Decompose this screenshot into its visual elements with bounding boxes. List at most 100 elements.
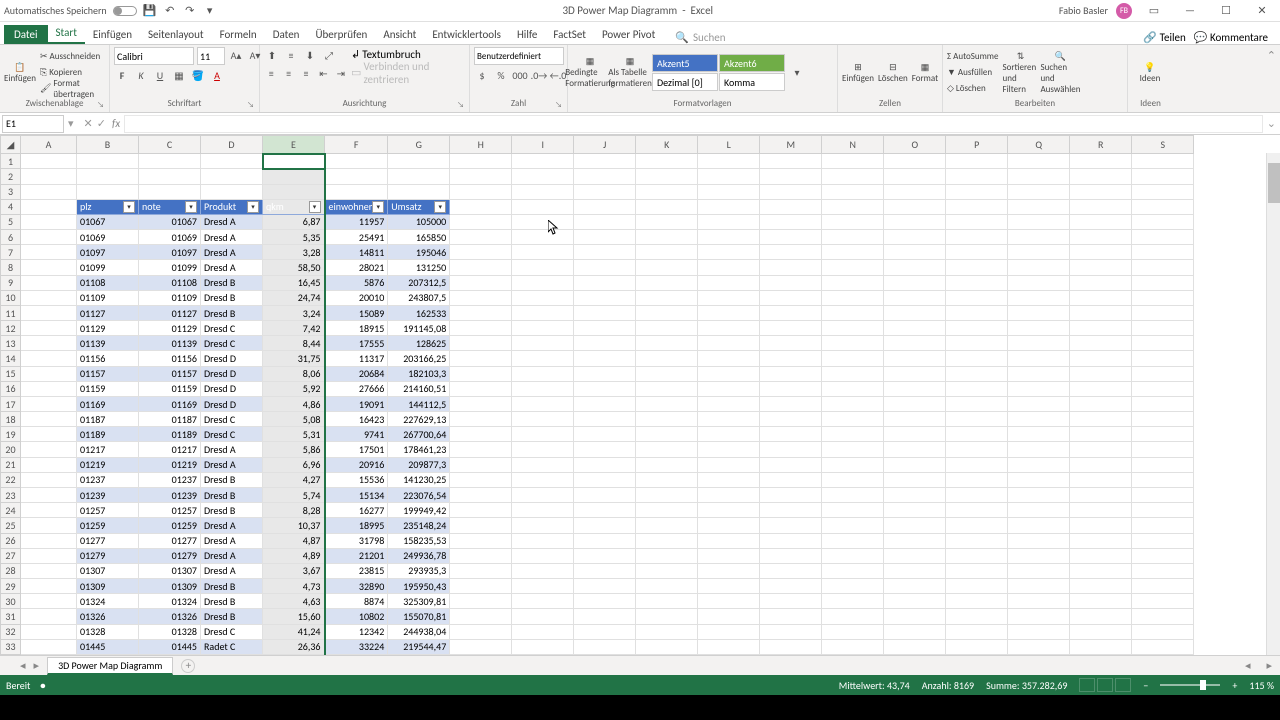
cell-K32[interactable] <box>636 624 698 639</box>
row-header-30[interactable]: 30 <box>1 594 21 609</box>
cell-Q24[interactable] <box>1008 503 1070 518</box>
cell-Q31[interactable] <box>1008 609 1070 624</box>
cell-B25[interactable]: 01259 <box>77 518 139 533</box>
cell-B13[interactable]: 01139 <box>77 336 139 351</box>
cell-I21[interactable] <box>512 457 574 472</box>
cell-F5[interactable]: 11957 <box>325 214 388 229</box>
cell-D27[interactable]: Dresd A <box>201 548 263 563</box>
fx-icon[interactable]: fx <box>112 117 120 130</box>
row-header-18[interactable]: 18 <box>1 412 21 427</box>
cell-P18[interactable] <box>946 412 1008 427</box>
cell-E6[interactable]: 5,35 <box>263 230 325 245</box>
cell-R28[interactable] <box>1070 563 1132 578</box>
cell-J29[interactable] <box>574 579 636 594</box>
cell-M5[interactable] <box>760 214 822 229</box>
cell-B9[interactable]: 01108 <box>77 275 139 290</box>
cell-E33[interactable]: 26,36 <box>263 639 325 654</box>
cell-F33[interactable]: 33224 <box>325 639 388 654</box>
cell-D30[interactable]: Dresd B <box>201 594 263 609</box>
cell-L16[interactable] <box>698 381 760 396</box>
cell-C2[interactable] <box>139 169 201 184</box>
cell-H9[interactable] <box>450 275 512 290</box>
cell-M31[interactable] <box>760 609 822 624</box>
cell-G28[interactable]: 293935,3 <box>388 563 450 578</box>
cell-K33[interactable] <box>636 639 698 654</box>
cancel-formula-icon[interactable]: ✕ <box>84 117 93 130</box>
cell-D28[interactable]: Dresd A <box>201 563 263 578</box>
cell-D18[interactable]: Dresd C <box>201 412 263 427</box>
cell-Q2[interactable] <box>1008 169 1070 184</box>
cell-Q7[interactable] <box>1008 245 1070 260</box>
cell-B30[interactable]: 01324 <box>77 594 139 609</box>
zoom-in-icon[interactable]: + <box>1232 679 1237 692</box>
cell-C31[interactable]: 01326 <box>139 609 201 624</box>
cell-G32[interactable]: 244938,04 <box>388 624 450 639</box>
cell-H16[interactable] <box>450 381 512 396</box>
format-painter-button[interactable]: 🖌 Format übertragen <box>40 81 105 96</box>
cell-A1[interactable] <box>21 154 77 169</box>
cell-F24[interactable]: 16277 <box>325 503 388 518</box>
cell-D23[interactable]: Dresd B <box>201 487 263 502</box>
row-header-26[interactable]: 26 <box>1 533 21 548</box>
cell-N33[interactable] <box>822 639 884 654</box>
cell-B14[interactable]: 01156 <box>77 351 139 366</box>
cell-A29[interactable] <box>21 579 77 594</box>
style-accent5[interactable]: Akzent5 <box>652 54 718 72</box>
cell-N3[interactable] <box>822 184 884 199</box>
cell-D16[interactable]: Dresd D <box>201 381 263 396</box>
cell-G1[interactable] <box>388 154 450 169</box>
cell-F16[interactable]: 27666 <box>325 381 388 396</box>
cell-E20[interactable]: 5,86 <box>263 442 325 457</box>
cell-C13[interactable]: 01139 <box>139 336 201 351</box>
cell-E29[interactable]: 4,73 <box>263 579 325 594</box>
zoom-out-icon[interactable]: − <box>1143 679 1148 692</box>
clipboard-launcher-icon[interactable]: ↘ <box>97 100 107 110</box>
cell-B11[interactable]: 01127 <box>77 305 139 320</box>
cell-H22[interactable] <box>450 472 512 487</box>
cell-O22[interactable] <box>884 472 946 487</box>
align-middle-icon[interactable]: ≡ <box>283 47 299 63</box>
cell-S1[interactable] <box>1132 154 1194 169</box>
cell-D1[interactable] <box>201 154 263 169</box>
cell-A23[interactable] <box>21 487 77 502</box>
cell-S9[interactable] <box>1132 275 1194 290</box>
cell-K21[interactable] <box>636 457 698 472</box>
vertical-scrollbar[interactable] <box>1266 153 1280 655</box>
filter-icon[interactable]: ▾ <box>372 201 384 213</box>
row-header-5[interactable]: 5 <box>1 214 21 229</box>
column-header-P[interactable]: P <box>946 136 1008 154</box>
cell-S24[interactable] <box>1132 503 1194 518</box>
cell-Q3[interactable] <box>1008 184 1070 199</box>
cell-M4[interactable] <box>760 199 822 214</box>
row-header-11[interactable]: 11 <box>1 305 21 320</box>
row-header-1[interactable]: 1 <box>1 154 21 169</box>
cell-P25[interactable] <box>946 518 1008 533</box>
orientation-icon[interactable]: ⤢ <box>321 47 337 63</box>
cell-E3[interactable] <box>263 184 325 199</box>
cell-N7[interactable] <box>822 245 884 260</box>
row-header-16[interactable]: 16 <box>1 381 21 396</box>
cell-H32[interactable] <box>450 624 512 639</box>
cell-G16[interactable]: 214160,51 <box>388 381 450 396</box>
cell-J20[interactable] <box>574 442 636 457</box>
cell-H20[interactable] <box>450 442 512 457</box>
cell-L15[interactable] <box>698 366 760 381</box>
cell-A8[interactable] <box>21 260 77 275</box>
cell-H25[interactable] <box>450 518 512 533</box>
cell-K23[interactable] <box>636 487 698 502</box>
cell-I32[interactable] <box>512 624 574 639</box>
cell-F22[interactable]: 15536 <box>325 472 388 487</box>
cell-I18[interactable] <box>512 412 574 427</box>
cell-O26[interactable] <box>884 533 946 548</box>
cell-M2[interactable] <box>760 169 822 184</box>
cell-B28[interactable]: 01307 <box>77 563 139 578</box>
column-header-C[interactable]: C <box>139 136 201 154</box>
cell-G31[interactable]: 155070,81 <box>388 609 450 624</box>
cell-A15[interactable] <box>21 366 77 381</box>
filter-icon[interactable]: ▾ <box>185 201 197 213</box>
table-header-Produkt[interactable]: Produkt▾ <box>201 199 263 214</box>
cell-C23[interactable]: 01239 <box>139 487 201 502</box>
paste-button[interactable]: 📋 Einfügen <box>4 48 36 98</box>
cell-P31[interactable] <box>946 609 1008 624</box>
cell-A4[interactable] <box>21 199 77 214</box>
